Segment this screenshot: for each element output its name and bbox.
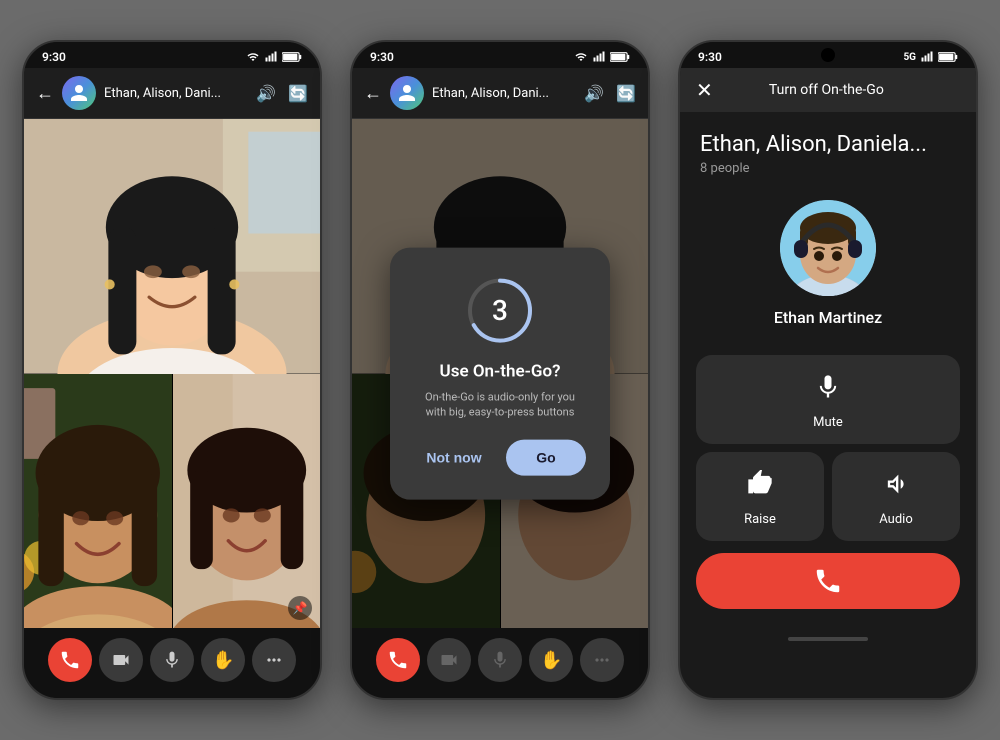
status-icons-2 <box>574 51 630 63</box>
speaker-icon-1[interactable]: 🔊 <box>256 84 276 103</box>
battery-icon-2 <box>610 51 630 63</box>
back-button-1[interactable]: ← <box>36 83 54 104</box>
status-bar-2: 9:30 <box>352 42 648 68</box>
phone-3: 9:30 5G ✕ Turn off On-the-Go Ethan, Alis… <box>678 40 978 700</box>
video-grid-1: 📌 <box>24 119 320 628</box>
status-bar-1: 9:30 <box>24 42 320 68</box>
call-controls-1: ✋ <box>24 628 320 698</box>
active-person-avatar <box>780 200 876 296</box>
call-name-1: Ethan, Alison, Dani... <box>104 86 248 101</box>
mute-icon <box>814 373 842 407</box>
person-video-2 <box>24 374 172 629</box>
speaker-icon-2[interactable]: 🔊 <box>584 84 604 103</box>
network-label-3: 5G <box>903 52 916 63</box>
status-icons-1 <box>246 51 302 63</box>
back-button-2[interactable]: ← <box>364 83 382 104</box>
raise-icon <box>746 470 774 504</box>
countdown-ring: 3 <box>465 275 535 345</box>
mute-button-3[interactable]: Mute <box>696 355 960 444</box>
status-bar-3: 9:30 5G <box>680 42 976 68</box>
phone3-controls: Mute Raise Audio <box>680 355 976 541</box>
signal-icon <box>264 51 278 63</box>
time-3: 9:30 <box>698 50 722 64</box>
phone-1: 9:30 ← Ethan, Alison, Dani... 🔊 🔄 <box>22 40 322 700</box>
mic-button-2[interactable] <box>478 638 522 682</box>
ethan-avatar-svg <box>780 200 876 296</box>
more-button-1[interactable] <box>252 638 296 682</box>
wifi-icon <box>246 51 260 63</box>
group-avatar-1 <box>62 76 96 110</box>
raise-button-3[interactable]: Raise <box>696 452 824 541</box>
battery-icon-3 <box>938 51 958 63</box>
rotate-camera-icon-1[interactable]: 🔄 <box>288 84 308 103</box>
time-1: 9:30 <box>42 50 66 64</box>
active-person-section: Ethan Martinez <box>680 192 976 347</box>
person-video-3 <box>173 374 321 629</box>
battery-icon <box>282 51 302 63</box>
end-call-button-2[interactable] <box>376 638 420 682</box>
people-count-3: 8 people <box>680 161 976 192</box>
rotate-camera-icon-2[interactable]: 🔄 <box>616 84 636 103</box>
call-header-1: ← Ethan, Alison, Dani... 🔊 🔄 <box>24 68 320 119</box>
on-the-go-dialog: 3 Use On-the-Go? On-the-Go is audio-only… <box>390 247 610 500</box>
not-now-button[interactable]: Not now <box>414 440 494 476</box>
time-2: 9:30 <box>370 50 394 64</box>
video-bottom-1: 📌 <box>24 374 320 629</box>
home-bar-3 <box>788 637 868 641</box>
close-button-3[interactable]: ✕ <box>696 78 713 102</box>
mute-label: Mute <box>813 415 843 430</box>
raise-hand-button-2[interactable]: ✋ <box>529 638 573 682</box>
video-top-1 <box>24 119 320 374</box>
mic-button-1[interactable] <box>150 638 194 682</box>
end-call-button-1[interactable] <box>48 638 92 682</box>
home-indicator-3 <box>680 629 976 649</box>
group-avatar-2 <box>390 76 424 110</box>
pin-icon-1[interactable]: 📌 <box>288 596 312 620</box>
phone3-header: ✕ Turn off On-the-Go <box>680 68 976 112</box>
wifi-icon-2 <box>574 51 588 63</box>
raise-hand-button-1[interactable]: ✋ <box>201 638 245 682</box>
end-call-icon-3 <box>813 566 843 596</box>
call-header-2: ← Ethan, Alison, Dani... 🔊 🔄 <box>352 68 648 119</box>
video-grid-2: 3 Use On-the-Go? On-the-Go is audio-only… <box>352 119 648 628</box>
call-name-2: Ethan, Alison, Dani... <box>432 86 576 101</box>
more-button-2[interactable] <box>580 638 624 682</box>
signal-icon-2 <box>592 51 606 63</box>
camera-notch-3 <box>821 48 835 62</box>
phone-2: 9:30 ← Ethan, Alison, Dani... 🔊 🔄 <box>350 40 650 700</box>
countdown-number: 3 <box>492 294 508 327</box>
person-video-1 <box>24 119 320 374</box>
dialog-description: On-the-Go is audio-only for you with big… <box>414 389 586 420</box>
video-bottom-left-1 <box>24 374 173 629</box>
audio-label: Audio <box>879 512 912 527</box>
end-call-button-3[interactable] <box>696 553 960 609</box>
signal-icon-3 <box>920 51 934 63</box>
raise-label: Raise <box>744 512 776 527</box>
call-header-actions-2: 🔊 🔄 <box>584 84 636 103</box>
audio-icon <box>882 470 910 504</box>
raise-audio-row: Raise Audio <box>696 452 960 541</box>
call-controls-2: ✋ <box>352 628 648 698</box>
audio-button-3[interactable]: Audio <box>832 452 960 541</box>
dialog-title: Use On-the-Go? <box>440 361 561 381</box>
go-button[interactable]: Go <box>506 440 586 476</box>
call-name-3: Ethan, Alison, Daniela... <box>680 112 976 161</box>
camera-button-2[interactable] <box>427 638 471 682</box>
header-title-3: Turn off On-the-Go <box>723 82 930 98</box>
dialog-buttons: Not now Go <box>414 440 586 476</box>
active-person-name: Ethan Martinez <box>774 308 882 327</box>
status-icons-3: 5G <box>903 51 958 63</box>
mute-row: Mute <box>696 355 960 444</box>
call-header-actions-1: 🔊 🔄 <box>256 84 308 103</box>
video-bottom-right-1: 📌 <box>173 374 321 629</box>
camera-button-1[interactable] <box>99 638 143 682</box>
